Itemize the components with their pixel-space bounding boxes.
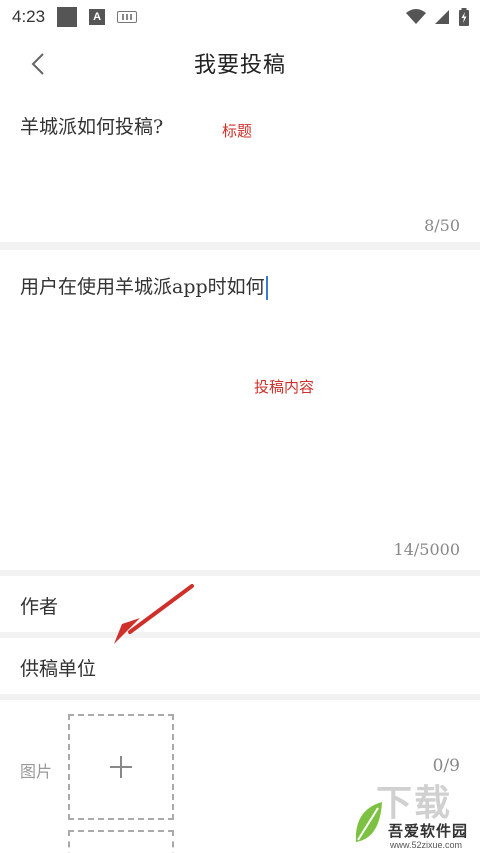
content-input[interactable]: 用户在使用羊城派app时如何 投稿内容 14/5000 (0, 250, 480, 570)
author-placeholder: 作者 (20, 596, 59, 618)
watermark-text: 吾爱软件园 (388, 822, 469, 840)
header: 我要投稿 (0, 34, 480, 92)
content-input-value-wrap: 用户在使用羊城派app时如何 (20, 272, 268, 300)
title-char-counter: 8/50 (424, 216, 460, 235)
page-title: 我要投稿 (193, 53, 286, 78)
unit-placeholder: 供稿单位 (20, 658, 97, 680)
plus-icon (110, 756, 132, 778)
status-bar: 4:23 A (0, 0, 480, 34)
watermark-big-text: 下载 (376, 783, 453, 824)
add-image-button[interactable] (68, 714, 174, 820)
wifi-icon (406, 9, 426, 24)
title-input-value: 羊城派如何投稿? (20, 116, 164, 138)
square-notification-icon (57, 7, 78, 27)
a-notification-icon: A (89, 9, 106, 25)
leaf-logo-icon (355, 802, 382, 842)
battery-icon (459, 8, 469, 26)
content-input-value: 用户在使用羊城派app时如何 (20, 276, 265, 298)
content-annotation: 投稿内容 (254, 378, 315, 396)
author-input[interactable]: 作者 (0, 576, 480, 632)
text-caret (265, 276, 268, 300)
keyboard-icon (117, 11, 138, 23)
title-input[interactable]: 羊城派如何投稿? 标题 8/50 (0, 92, 480, 242)
unit-input[interactable]: 供稿单位 (0, 638, 480, 694)
watermark: 下载 吾爱软件园 www.52zixue.com (350, 770, 480, 853)
watermark-url: www.52zixue.com (390, 840, 463, 850)
image-label: 图片 (20, 762, 53, 781)
add-video-button[interactable] (68, 830, 174, 853)
status-notification-icons: A (57, 7, 138, 27)
title-annotation: 标题 (222, 122, 253, 140)
signal-icon (435, 10, 449, 24)
back-button[interactable] (22, 48, 54, 80)
content-char-counter: 14/5000 (393, 540, 460, 559)
chevron-left-icon (31, 53, 44, 75)
status-system-icons (406, 8, 470, 26)
status-time: 4:23 (12, 7, 46, 26)
